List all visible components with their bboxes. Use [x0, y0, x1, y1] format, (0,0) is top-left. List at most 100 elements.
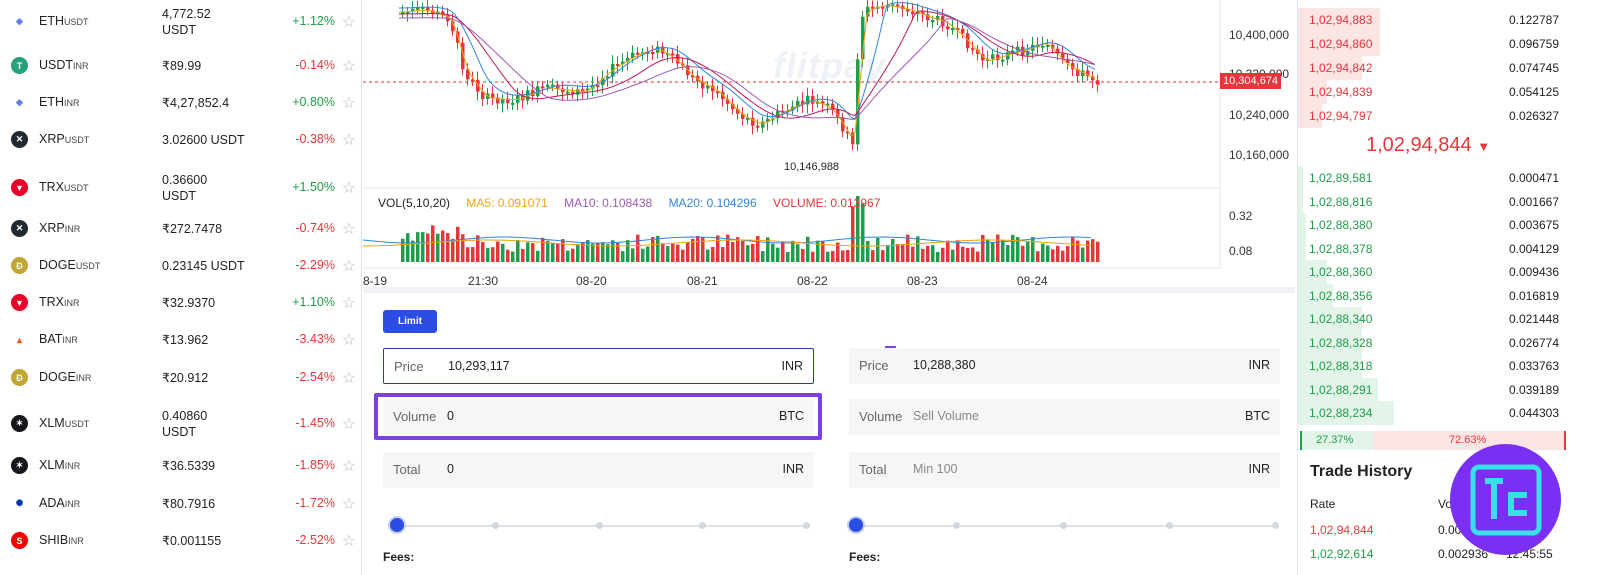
- pair-base: XRP: [39, 132, 65, 146]
- buy-price-field[interactable]: Price 10,293,117 INR: [383, 348, 814, 384]
- buy-volume-field[interactable]: Volume 0 BTC: [383, 399, 814, 435]
- slider-knob[interactable]: [847, 516, 865, 534]
- volume-bar: [671, 243, 675, 262]
- stellar-icon: ✶: [11, 457, 28, 474]
- slider-step-dot[interactable]: [595, 522, 603, 529]
- volume-bar: [936, 251, 940, 262]
- bid-row[interactable]: 1,02,88,378 0.004129: [1298, 236, 1568, 261]
- bid-row[interactable]: 1,02,89,581 0.000471: [1298, 166, 1568, 190]
- slider-step-dot[interactable]: [953, 522, 961, 529]
- market-price: ₹13.962: [162, 332, 252, 348]
- market-change: +0.80%: [292, 95, 335, 109]
- buy-amount-slider[interactable]: [388, 516, 810, 534]
- market-row[interactable]: Ð DOGEUSDT 0.23145 USDT -2.29% ☆: [0, 248, 362, 285]
- favorite-star-icon[interactable]: ☆: [342, 130, 356, 150]
- buy-total-field[interactable]: Total 0 INR: [383, 452, 814, 488]
- market-row[interactable]: T USDTINR ₹89.99 -0.14% ☆: [0, 48, 362, 85]
- slider-step-dot[interactable]: [1165, 522, 1173, 529]
- slider-step-dot[interactable]: [803, 522, 810, 529]
- sell-price-field[interactable]: Price 10,288,380 INR: [849, 348, 1280, 384]
- candlestick-chart[interactable]: [363, 0, 1295, 293]
- candle-body: [566, 91, 570, 94]
- market-row[interactable]: ✶ XLMINR ₹36.5339 -1.85% ☆: [0, 448, 362, 485]
- market-row[interactable]: ▼ TRXINR ₹32.9370 +1.10% ☆: [0, 285, 362, 322]
- market-row[interactable]: ◆ ETHUSDT 4,772.52 USDT +1.12% ☆: [0, 0, 362, 37]
- volume-bar: [921, 248, 925, 262]
- favorite-star-icon[interactable]: ☆: [342, 414, 356, 434]
- favorite-star-icon[interactable]: ☆: [342, 12, 356, 32]
- slider-step-dot[interactable]: [491, 522, 499, 529]
- market-row[interactable]: ✕ XRPINR ₹272.7478 -0.74% ☆: [0, 211, 362, 248]
- bid-row[interactable]: 1,02,88,328 0.026774: [1298, 330, 1568, 355]
- buy-volume-label: Volume: [393, 409, 437, 424]
- ask-row[interactable]: 1,02,94,842 0.074745: [1298, 56, 1568, 80]
- ask-row[interactable]: 1,02,94,860 0.096759: [1298, 32, 1568, 56]
- volume-bar: [991, 242, 995, 262]
- market-pair: TRXINR: [39, 295, 80, 309]
- low-price-label: 10,146,988: [784, 161, 840, 173]
- favorite-star-icon[interactable]: ☆: [342, 531, 356, 551]
- slider-knob[interactable]: [388, 516, 406, 534]
- price-axis-label: 10,240,000: [1229, 108, 1290, 122]
- volume-bar: [831, 250, 835, 262]
- market-row[interactable]: ▲ BATINR ₹13.962 -3.43% ☆: [0, 322, 362, 359]
- favorite-star-icon[interactable]: ☆: [342, 330, 356, 350]
- sell-total-field[interactable]: Total Min 100 INR: [849, 452, 1280, 488]
- favorite-star-icon[interactable]: ☆: [342, 56, 356, 76]
- favorite-star-icon[interactable]: ☆: [342, 368, 356, 388]
- trade-history-title: Trade History: [1310, 463, 1413, 480]
- market-row[interactable]: Ð DOGEINR ₹20.912 -2.54% ☆: [0, 360, 362, 397]
- market-row[interactable]: ◆ ETHINR ₹4,27,852.4 +0.80% ☆: [0, 85, 362, 122]
- market-row[interactable]: ✕ XRPUSDT 3.02600 USDT -0.38% ☆: [0, 122, 362, 159]
- ask-row[interactable]: 1,02,94,839 0.054125: [1298, 80, 1568, 104]
- bid-row[interactable]: 1,02,88,356 0.016819: [1298, 283, 1568, 308]
- bid-row[interactable]: 1,02,88,291 0.039189: [1298, 377, 1568, 402]
- favorite-star-icon[interactable]: ☆: [342, 494, 356, 514]
- sell-volume-placeholder[interactable]: Sell Volume: [913, 409, 979, 423]
- cardano-icon: ✺: [11, 495, 28, 512]
- bid-row[interactable]: 1,02,88,360 0.009436: [1298, 260, 1568, 284]
- volume-bar: [1056, 245, 1060, 262]
- ask-price: 1,02,94,839: [1309, 85, 1373, 99]
- limit-order-tab[interactable]: Limit: [383, 310, 437, 333]
- volume-bar: [861, 203, 865, 262]
- market-row[interactable]: ✶ XLMUSDT 0.40860 USDT -1.45% ☆: [0, 402, 362, 439]
- slider-step-dot[interactable]: [699, 522, 707, 529]
- ask-row[interactable]: 1,02,94,797 0.026327: [1298, 104, 1568, 128]
- bid-row[interactable]: 1,02,88,816 0.001667: [1298, 189, 1568, 214]
- market-price: ₹272.7478: [162, 221, 252, 237]
- pair-quote: INR: [64, 98, 80, 108]
- volume-bar: [876, 237, 880, 262]
- price-chart-panel[interactable]: flitpay 10,400,000 10,320,000 10,240,000…: [363, 0, 1295, 293]
- favorite-star-icon[interactable]: ☆: [342, 256, 356, 276]
- slider-step-dot[interactable]: [1059, 522, 1067, 529]
- buy-volume-value[interactable]: 0: [447, 409, 454, 423]
- slider-step-dot[interactable]: [1272, 522, 1279, 529]
- bid-row[interactable]: 1,02,88,340 0.021448: [1298, 307, 1568, 331]
- ask-row[interactable]: 1,02,94,883 0.122787: [1298, 8, 1568, 32]
- volume-bar: [521, 248, 525, 262]
- market-row[interactable]: ✺ ADAINR ₹80.7916 -1.72% ☆: [0, 486, 362, 523]
- favorite-star-icon[interactable]: ☆: [342, 219, 356, 239]
- price-line: ₹272.7478: [162, 222, 223, 236]
- market-row[interactable]: S SHIBINR ₹0.001155 -2.52% ☆: [0, 523, 362, 560]
- buy-price-value[interactable]: 10,293,117: [448, 359, 510, 373]
- volume-bar: [646, 246, 650, 262]
- favorite-star-icon[interactable]: ☆: [342, 93, 356, 113]
- favorite-star-icon[interactable]: ☆: [342, 178, 356, 198]
- sell-amount-slider[interactable]: [847, 516, 1279, 534]
- tether-icon: T: [11, 57, 28, 74]
- favorite-star-icon[interactable]: ☆: [342, 293, 356, 313]
- sell-total-placeholder[interactable]: Min 100: [913, 462, 957, 476]
- bid-row[interactable]: 1,02,88,318 0.033763: [1298, 354, 1568, 378]
- favorite-star-icon[interactable]: ☆: [342, 456, 356, 476]
- volume-bar: [636, 234, 640, 262]
- ask-qty: 0.096759: [1508, 37, 1559, 51]
- bid-row[interactable]: 1,02,88,234 0.044303: [1298, 401, 1568, 425]
- buy-fees-label: Fees:: [383, 550, 415, 564]
- sell-volume-field[interactable]: Volume Sell Volume BTC: [849, 399, 1280, 435]
- market-row[interactable]: ▼ TRXUSDT 0.36600 USDT +1.50% ☆: [0, 166, 362, 203]
- bid-row[interactable]: 1,02,88,380 0.003675: [1298, 213, 1568, 237]
- sell-price-value[interactable]: 10,288,380: [913, 358, 976, 372]
- buy-total-value[interactable]: 0: [447, 462, 454, 476]
